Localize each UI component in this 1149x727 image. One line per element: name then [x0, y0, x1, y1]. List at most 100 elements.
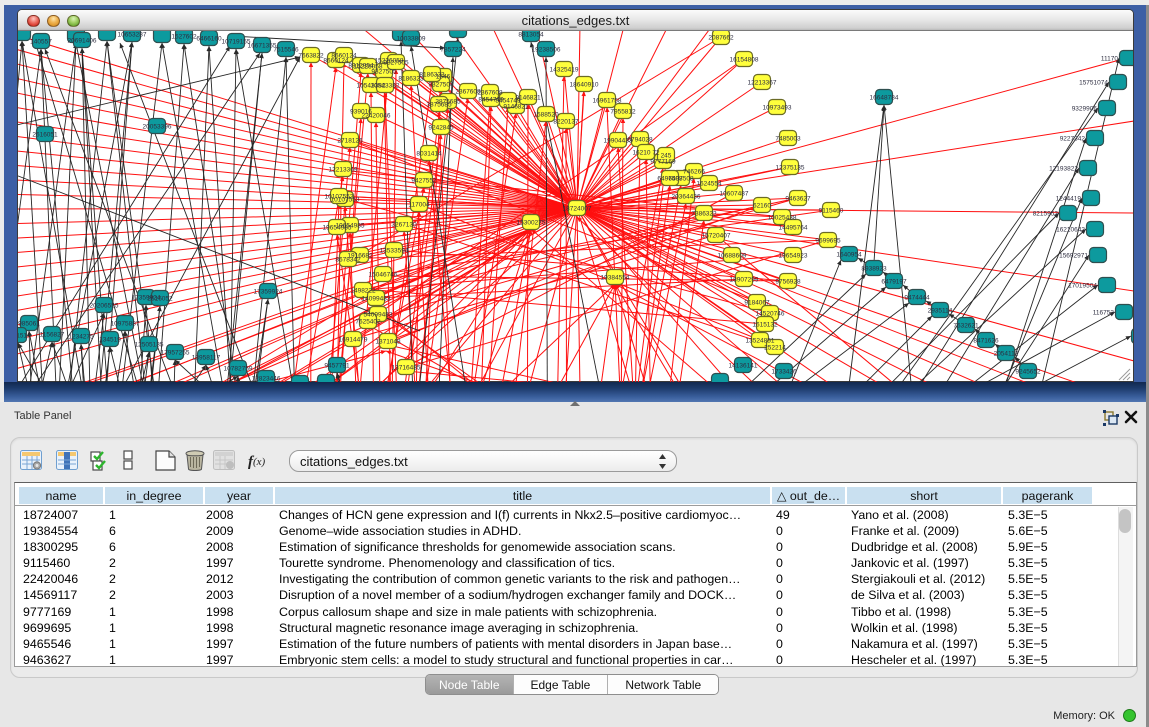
svg-text:8454749: 8454749 [495, 97, 521, 104]
svg-text:6479197: 6479197 [881, 278, 907, 285]
svg-text:17359924: 17359924 [254, 288, 283, 295]
svg-text:16961758: 16961758 [593, 97, 622, 104]
svg-text:2935114: 2935114 [928, 307, 953, 314]
svg-text:18640910: 18640910 [570, 81, 599, 88]
svg-text:9245652: 9245652 [1015, 368, 1041, 375]
svg-text:1371048: 1371048 [375, 338, 401, 345]
svg-text:9777169: 9777169 [650, 158, 676, 165]
svg-text:15046746: 15046746 [369, 271, 398, 278]
svg-text:9115460: 9115460 [819, 207, 844, 214]
svg-text:20053396: 20053396 [143, 123, 172, 130]
svg-text:7857224: 7857224 [440, 46, 466, 53]
svg-text:10025438: 10025438 [768, 214, 797, 221]
svg-text:6794028: 6794028 [627, 136, 653, 143]
svg-text:12505135: 12505135 [135, 341, 164, 348]
svg-text:1527602: 1527602 [171, 33, 197, 40]
svg-text:8220137: 8220137 [553, 118, 579, 125]
svg-text:10653287: 10653287 [118, 31, 147, 38]
svg-text:14099483: 14099483 [362, 295, 391, 302]
svg-text:2054112: 2054112 [994, 350, 1019, 357]
svg-text:1624554: 1624554 [696, 180, 722, 187]
svg-text:9756928: 9756928 [775, 278, 801, 285]
svg-text:6466160: 6466160 [196, 35, 222, 42]
svg-text:13958117: 13958117 [192, 354, 221, 361]
svg-text:14136141: 14136141 [729, 362, 758, 369]
svg-text:2367608: 2367608 [477, 89, 503, 96]
svg-text:985061: 985061 [18, 320, 40, 327]
svg-text:7485003: 7485003 [775, 135, 801, 142]
svg-text:8813054: 8813054 [518, 31, 544, 38]
svg-text:8660124: 8660124 [331, 52, 357, 59]
svg-text:1244419: 1244419 [1056, 195, 1082, 202]
svg-text:16210 72: 16210 72 [632, 149, 659, 156]
svg-text:9329906: 9329906 [1072, 105, 1098, 112]
svg-text:252214: 252214 [764, 344, 786, 351]
svg-text:17019504: 17019504 [1068, 282, 1097, 289]
svg-text:10543382: 10543382 [371, 82, 400, 89]
svg-text:16648784: 16648784 [870, 94, 899, 101]
svg-text:13533594: 13533594 [380, 247, 409, 254]
svg-text:9227342: 9227342 [1060, 135, 1086, 142]
svg-text:14325419: 14325419 [550, 66, 579, 73]
svg-text:8678342: 8678342 [335, 256, 361, 263]
svg-text:18907299: 18907299 [730, 276, 759, 283]
svg-text:9463627: 9463627 [785, 195, 811, 202]
svg-text:1615132: 1615132 [752, 321, 778, 328]
svg-text:7955812: 7955812 [610, 108, 636, 115]
svg-text:10107553: 10107553 [325, 193, 354, 200]
svg-text:9146821: 9146821 [503, 103, 529, 110]
svg-text:9457791: 9457791 [324, 362, 350, 369]
svg-text:9327504: 9327504 [428, 81, 454, 88]
svg-text:1234275: 1234275 [68, 333, 94, 340]
svg-text:10973493: 10973493 [763, 104, 792, 111]
svg-text:20691406: 20691406 [68, 37, 97, 44]
svg-text:9699695: 9699695 [815, 237, 841, 244]
svg-text:20364436: 20364436 [672, 193, 701, 200]
svg-text:16914479: 16914479 [339, 336, 368, 343]
svg-text:14520746: 14520746 [756, 310, 785, 317]
svg-text:9474444: 9474444 [904, 294, 930, 301]
svg-text:939016: 939016 [350, 108, 372, 115]
svg-text:8031414: 8031414 [416, 150, 442, 157]
svg-text:54099483: 54099483 [364, 311, 393, 318]
svg-text:19384554: 19384554 [601, 274, 630, 281]
svg-text:134519: 134519 [99, 336, 121, 343]
svg-text:8215953: 8215953 [1033, 210, 1059, 217]
svg-text:15300275: 15300275 [517, 219, 546, 226]
svg-text:7515546: 7515546 [273, 46, 299, 53]
svg-text:39151: 39151 [18, 332, 27, 339]
svg-text:15751074: 15751074 [1079, 79, 1108, 86]
svg-text:16154808: 16154808 [730, 56, 759, 63]
svg-text:17957255: 17957255 [161, 349, 190, 356]
svg-text:7663822: 7663822 [298, 52, 324, 59]
svg-text:140557: 140557 [30, 38, 52, 45]
svg-text:2616052: 2616052 [147, 295, 173, 302]
svg-text:(x): (x) [253, 456, 266, 468]
svg-text:7632621: 7632621 [953, 322, 979, 329]
svg-text:1498222: 1498222 [350, 287, 376, 294]
svg-text:8938923: 8938923 [861, 265, 887, 272]
svg-text:19654923: 19654923 [779, 252, 808, 259]
svg-text:1588520: 1588520 [533, 111, 559, 118]
svg-text:13524851: 13524851 [746, 337, 775, 344]
svg-text:9184067: 9184067 [744, 299, 770, 306]
svg-text:14495764: 14495764 [779, 224, 808, 231]
svg-text:10033809: 10033809 [397, 35, 426, 42]
svg-text:13716485: 13716485 [392, 364, 421, 371]
svg-text:8186323: 8186323 [419, 71, 445, 78]
svg-text:12375135: 12375135 [776, 164, 805, 171]
svg-text:1733426: 1733426 [771, 368, 797, 375]
svg-text:2718126: 2718126 [337, 137, 363, 144]
svg-text:19654985: 19654985 [323, 224, 352, 231]
svg-text:1156827: 1156827 [40, 331, 65, 338]
svg-text:15226058: 15226058 [354, 63, 383, 70]
svg-text:10719155: 10719155 [222, 38, 251, 45]
svg-text:10782759: 10782759 [224, 365, 253, 372]
svg-text:12213367: 12213367 [748, 79, 777, 86]
svg-text:9327505: 9327505 [383, 59, 409, 66]
svg-text:15692971: 15692971 [1059, 252, 1088, 259]
svg-text:7386322: 7386322 [691, 210, 717, 217]
svg-text:6497508: 6497508 [657, 175, 683, 182]
svg-text:19238506: 19238506 [532, 46, 561, 53]
svg-text:1640954: 1640954 [836, 251, 862, 258]
